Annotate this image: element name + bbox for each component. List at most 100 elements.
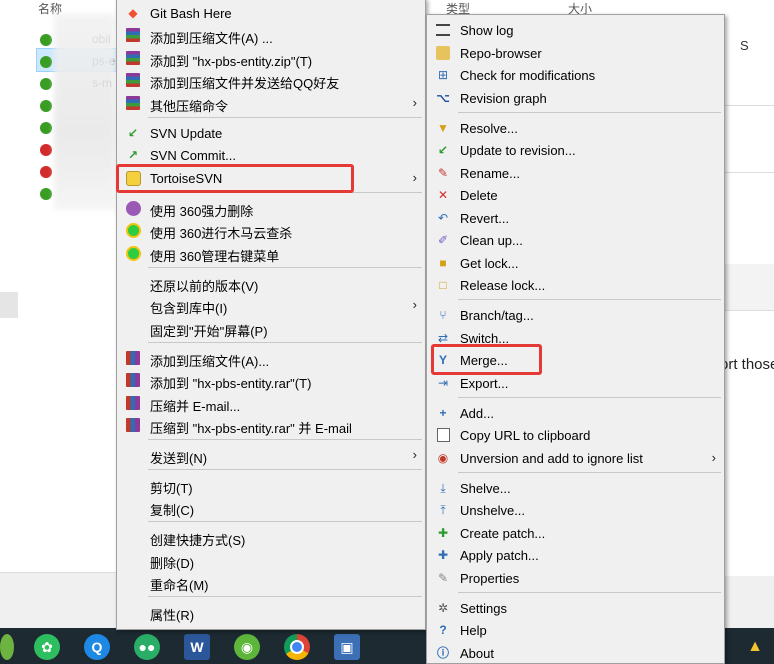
menu-item-properties[interactable]: 属性(R) (119, 601, 423, 623)
word-icon[interactable]: W (184, 634, 210, 660)
svn-item-shelve[interactable]: ⤓ Shelve... (429, 477, 722, 499)
menu-item-include-library[interactable]: 包含到库中(I) › (119, 294, 423, 316)
menu-item-git-bash[interactable]: ◆ Git Bash Here (119, 2, 423, 24)
menu-item-label: SVN Update (150, 126, 223, 141)
menu-item-label: TortoiseSVN (150, 171, 223, 186)
spring-icon[interactable] (0, 634, 14, 660)
svn-item-show-log[interactable]: Show log (429, 19, 722, 41)
menu-item-label: 添加到压缩文件并发送给QQ好友 (150, 76, 340, 91)
svn-commit-icon: ↗ (127, 148, 139, 162)
svn-item-create-patch[interactable]: ✚ Create patch... (429, 522, 722, 544)
svn-item-apply-patch[interactable]: ✚ Apply patch... (429, 544, 722, 566)
compress-icon (125, 50, 141, 66)
menu-item-label: Branch/tag... (460, 308, 534, 323)
svn-normal-overlay-icon (40, 56, 52, 68)
menu-item-label: 压缩到 "hx-pbs-entity.rar" 并 E-mail (150, 421, 352, 436)
menu-item-360-delete[interactable]: 使用 360强力删除 (119, 197, 423, 219)
menu-separator (148, 192, 422, 193)
menu-item-rar-add-named[interactable]: 添加到 "hx-pbs-entity.rar"(T) (119, 369, 423, 391)
evernote-icon[interactable]: ✿ (34, 634, 60, 660)
svn-item-resolve[interactable]: ▼ Resolve... (429, 117, 722, 139)
svn-item-switch[interactable]: ⇄ Switch... (429, 327, 722, 349)
menu-item-compress-send-qq[interactable]: 添加到压缩文件并发送给QQ好友 (119, 69, 423, 91)
svn-item-help[interactable]: ? Help (429, 619, 722, 641)
svn-item-get-lock[interactable]: ■ Get lock... (429, 252, 722, 274)
menu-item-cut[interactable]: 剪切(T) (119, 474, 423, 496)
menu-item-label: 重命名(M) (150, 578, 209, 593)
menu-item-rename[interactable]: 重命名(M) (119, 571, 423, 593)
menu-item-svn-commit[interactable]: ↗ SVN Commit... (119, 144, 423, 166)
menu-item-label: Revert... (460, 211, 510, 226)
svn-item-repo-browser[interactable]: Repo-browser (429, 42, 722, 64)
menu-item-copy[interactable]: 复制(C) (119, 496, 423, 518)
svn-item-unshelve[interactable]: ⤒ Unshelve... (429, 499, 722, 521)
chevron-right-icon: › (412, 170, 417, 185)
svn-item-export[interactable]: ⇥ Export... (429, 372, 722, 394)
compress-icon (125, 27, 141, 43)
svn-item-branch-tag[interactable]: ⑂ Branch/tag... (429, 304, 722, 326)
background-window-text: ort those (720, 356, 774, 373)
menu-item-360-scan[interactable]: 使用 360进行木马云查杀 (119, 219, 423, 241)
menu-item-label: Repo-browser (460, 46, 542, 61)
apply-patch-icon: ✚ (437, 548, 449, 562)
status-area (724, 576, 774, 628)
chrome-icon[interactable] (284, 634, 310, 660)
menu-item-add-zip[interactable]: 添加到 "hx-pbs-entity.zip"(T) (119, 47, 423, 69)
menu-item-label: Unversion and add to ignore list (460, 451, 643, 466)
merge-icon: Y (438, 353, 447, 367)
menu-item-label: Resolve... (460, 121, 518, 136)
svn-item-add[interactable]: + Add... (429, 402, 722, 424)
menu-item-svn-update[interactable]: ↙ SVN Update (119, 122, 423, 144)
shelve-icon: ⤓ (440, 481, 446, 495)
svn-item-unversion-ignore[interactable]: ◉ Unversion and add to ignore list › (429, 447, 722, 469)
svn-item-revert[interactable]: ↶ Revert... (429, 207, 722, 229)
menu-item-label: Settings (460, 601, 507, 616)
360-delete-icon (125, 200, 141, 216)
svn-item-properties[interactable]: ✎ Properties (429, 567, 722, 589)
svn-item-revision-graph[interactable]: ⌥ Revision graph (429, 87, 722, 109)
menu-separator (148, 342, 422, 343)
svn-item-check-modifications[interactable]: ⊞ Check for modifications (429, 64, 722, 86)
menu-item-rar-named-email[interactable]: 压缩到 "hx-pbs-entity.rar" 并 E-mail (119, 414, 423, 436)
system-tray-icon[interactable]: ▲ (742, 634, 768, 660)
menu-item-label: Git Bash Here (150, 6, 232, 21)
menu-item-send-to[interactable]: 发送到(N) › (119, 444, 423, 466)
menu-item-label: 其他压缩命令 (150, 99, 229, 114)
menu-item-label: 还原以前的版本(V) (150, 279, 259, 294)
svn-item-rename[interactable]: ✎ Rename... (429, 162, 722, 184)
menu-item-label: 添加到 "hx-pbs-entity.rar"(T) (150, 376, 312, 391)
svn-item-clean-up[interactable]: ✐ Clean up... (429, 229, 722, 251)
copy-url-icon (435, 427, 451, 443)
svn-item-release-lock[interactable]: □ Release lock... (429, 274, 722, 296)
background-panel (724, 264, 774, 310)
menu-item-create-shortcut[interactable]: 创建快捷方式(S) (119, 526, 423, 548)
svn-item-merge[interactable]: Y Merge... (429, 349, 722, 371)
menu-item-pin-start[interactable]: 固定到"开始"屏幕(P) (119, 317, 423, 339)
menu-item-label: SVN Commit... (150, 148, 236, 163)
menu-item-rar-email[interactable]: 压缩并 E-mail... (119, 392, 423, 414)
remote-desktop-icon[interactable]: ▣ (334, 634, 360, 660)
menu-item-label: 删除(D) (150, 556, 195, 571)
svn-item-about[interactable]: ⓘ About (429, 642, 722, 664)
menu-item-restore-versions[interactable]: 还原以前的版本(V) (119, 272, 423, 294)
qq-browser-icon[interactable]: Q (84, 634, 110, 660)
svn-item-settings[interactable]: ✲ Settings (429, 597, 722, 619)
menu-item-rar-add-archive[interactable]: 添加到压缩文件(A)... (119, 347, 423, 369)
column-header-s[interactable]: S (740, 38, 749, 53)
wechat-icon[interactable]: ●● (134, 634, 160, 660)
menu-item-add-archive[interactable]: 添加到压缩文件(A) ... (119, 24, 423, 46)
menu-separator (458, 112, 721, 113)
menu-item-label: 添加到压缩文件(A)... (150, 354, 270, 369)
menu-separator (458, 592, 721, 593)
svn-item-update-revision[interactable]: ↙ Update to revision... (429, 139, 722, 161)
menu-item-tortoisesvn[interactable]: TortoiseSVN › (119, 167, 423, 189)
menu-item-other-compress[interactable]: 其他压缩命令 › (119, 92, 423, 114)
menu-item-360-manage[interactable]: 使用 360管理右键菜单 (119, 242, 423, 264)
release-lock-icon: □ (439, 278, 447, 292)
svn-item-delete[interactable]: ✕ Delete (429, 184, 722, 206)
menu-item-delete[interactable]: 删除(D) (119, 549, 423, 571)
svn-item-copy-url[interactable]: Copy URL to clipboard (429, 424, 722, 446)
frog-icon[interactable]: ◉ (234, 634, 260, 660)
properties-icon: ✎ (437, 571, 449, 585)
switch-icon: ⇄ (437, 331, 449, 345)
